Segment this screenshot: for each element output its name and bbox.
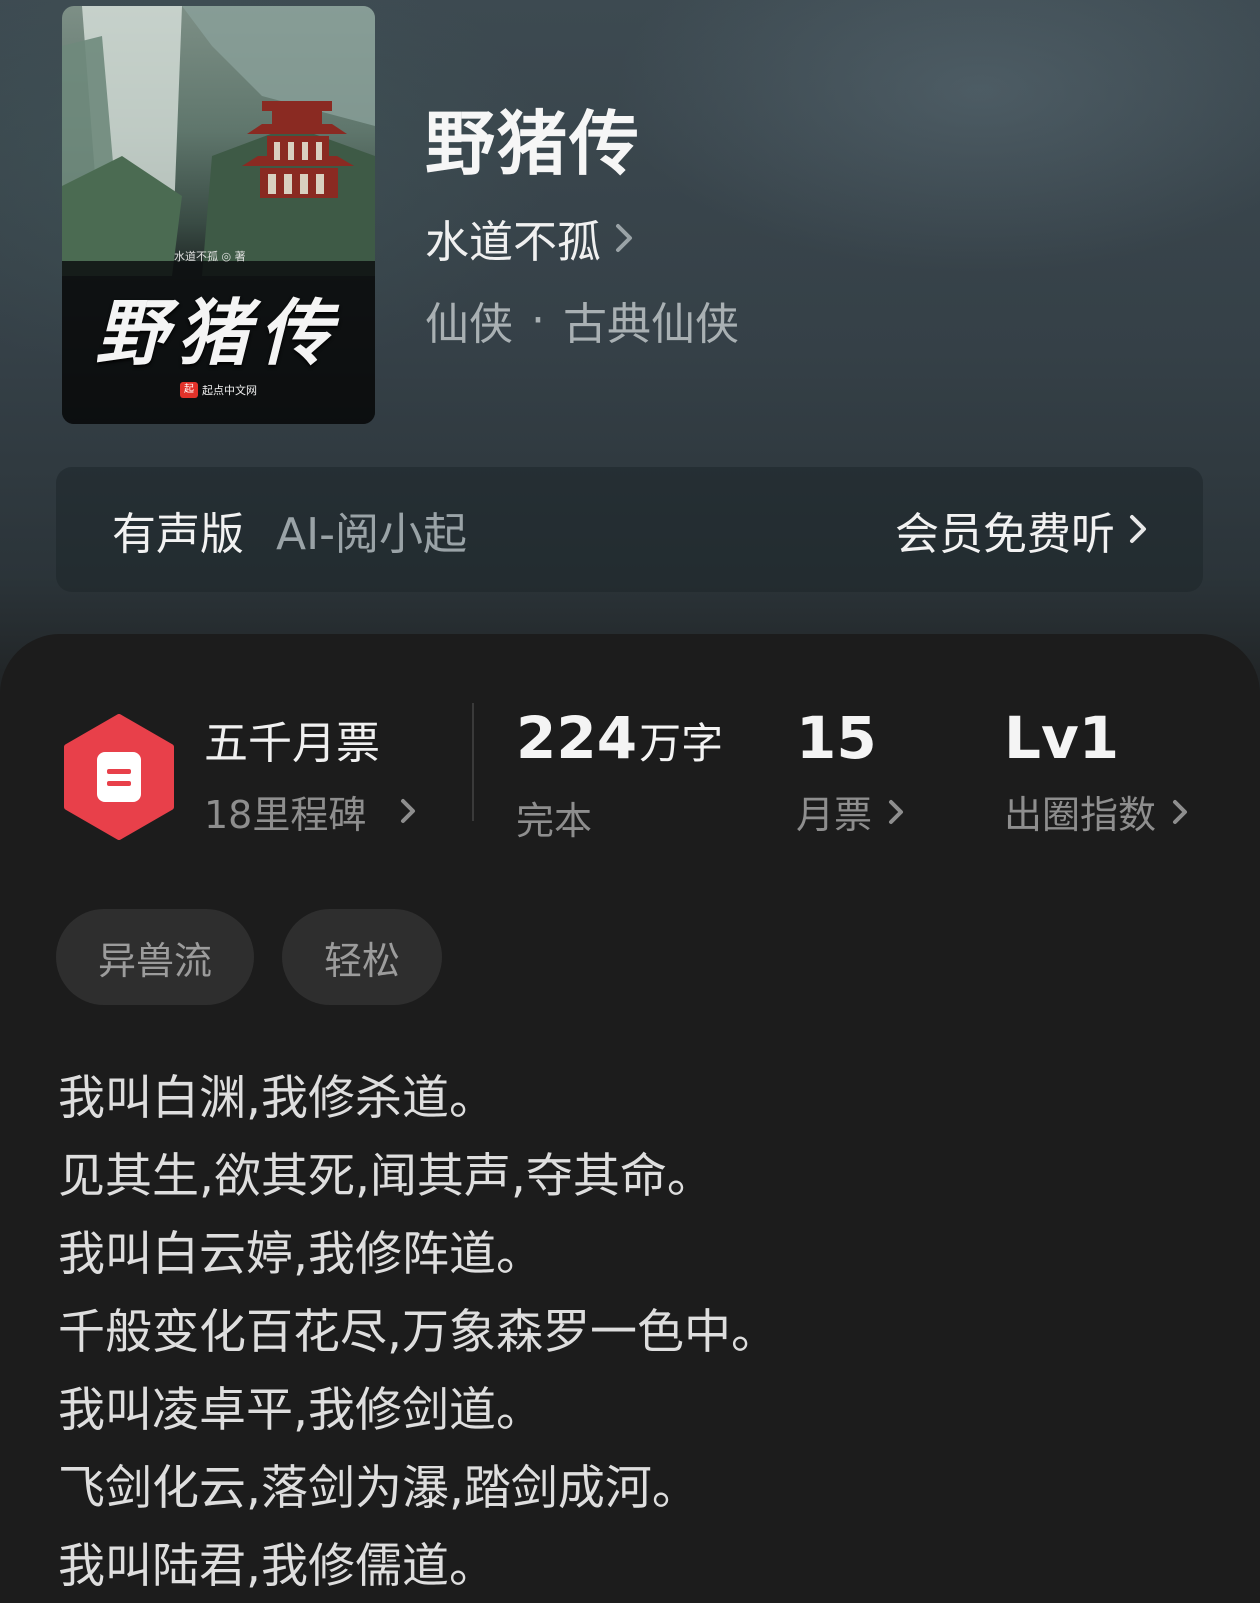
chevron-right-icon [1129,504,1147,555]
ticket-badge-icon [64,714,174,840]
monthly-ticket-stat[interactable]: 15 月票 [796,706,904,839]
synopsis-line: 见其生,欲其死,闻其声,夺其命。 [58,1149,714,1204]
subgenre-label[interactable]: 古典仙侠 [563,288,739,352]
genre-separator: · [531,294,545,346]
chevron-right-icon [888,790,904,834]
audiobook-voice: AI-阅小起 [276,508,467,560]
synopsis[interactable]: 我叫白渊,我修杀道。 见其生,欲其死,闻其声,夺其命。 我叫白云婷,我修阵道。 … [58,1060,1198,1603]
tag-chip[interactable]: 异兽流 [56,909,255,1005]
synopsis-line: 飞剑化云,落剑为瀑,踏剑成河。 [58,1461,699,1516]
synopsis-line: 我叫白云婷,我修阵道。 [58,1227,543,1282]
tag-list: 异兽流 轻松 [56,909,443,1005]
popularity-index-stat[interactable]: Lv1 出圈指数 [1004,706,1188,839]
author-name: 水道不孤 [425,217,601,268]
monthly-ticket-value: 15 [796,704,877,772]
word-count-stat: 224 万字 完本 [516,706,723,845]
popularity-index-label: 出圈指数 [1004,793,1157,837]
audiobook-bar[interactable]: 有声版 AI-阅小起 会员免费听 [56,467,1203,592]
synopsis-line: 我叫陆君,我修儒道。 [58,1539,496,1594]
genre-row: 仙侠 · 古典仙侠 [425,288,739,352]
audiobook-label: 有声版 [112,508,244,560]
milestone-title: 五千月票 [204,717,380,769]
completion-status: 完本 [516,799,593,843]
chevron-right-icon [400,789,416,833]
genre-label[interactable]: 仙侠 [425,288,513,352]
member-free-listen-button[interactable]: 会员免费听 [895,498,1147,562]
book-cover[interactable]: 水道不孤 ◎ 著 野猪传 起 起点中文网 [62,6,375,424]
stats-divider [472,703,474,821]
word-count-value: 224 [516,704,638,772]
book-detail-page: 水道不孤 ◎ 著 野猪传 起 起点中文网 野猪传 水道不孤 仙侠 · 古典仙侠 … [0,0,1260,1603]
milestone-card[interactable]: 五千月票 18里程碑 [62,714,416,840]
book-title: 野猪传 [425,102,641,185]
synopsis-line: 我叫凌卓平,我修剑道。 [58,1383,543,1438]
monthly-ticket-label: 月票 [796,793,873,837]
milestone-subtitle: 18里程碑 [204,792,367,837]
tag-chip[interactable]: 轻松 [282,909,443,1005]
cover-title-text: 野猪传 [95,290,342,375]
cover-publisher: 起 起点中文网 [180,382,257,398]
popularity-level-value: Lv1 [1004,704,1120,772]
cover-author-text: 水道不孤 ◎ 著 [174,250,246,263]
chevron-right-icon [1172,790,1188,834]
synopsis-line: 我叫白渊,我修杀道。 [58,1071,496,1126]
publisher-logo-icon: 起 [180,382,198,398]
word-count-unit: 万字 [639,719,724,768]
member-free-listen-label: 会员免费听 [895,508,1115,560]
publisher-name: 起点中文网 [202,384,257,397]
author-link[interactable]: 水道不孤 [425,206,633,270]
chevron-right-icon [615,213,633,264]
synopsis-line: 千般变化百花尽,万象森罗一色中。 [58,1305,778,1360]
